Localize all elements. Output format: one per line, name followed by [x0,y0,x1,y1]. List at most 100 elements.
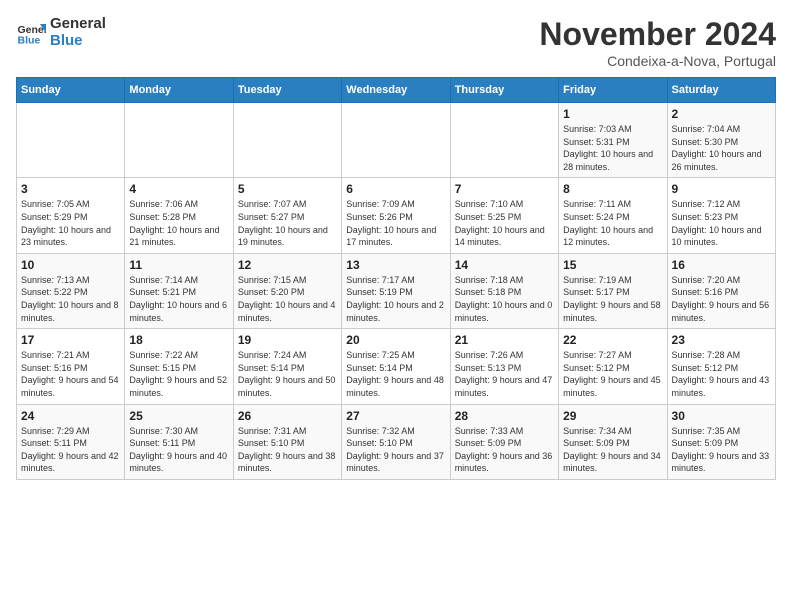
day-info: Sunrise: 7:28 AM Sunset: 5:12 PM Dayligh… [672,349,771,399]
calendar-cell: 12 Sunrise: 7:15 AM Sunset: 5:20 PM Dayli… [233,253,341,328]
calendar-cell: 21 Sunrise: 7:26 AM Sunset: 5:13 PM Dayli… [450,329,558,404]
day-number: 16 [672,258,771,272]
day-info: Sunrise: 7:24 AM Sunset: 5:14 PM Dayligh… [238,349,337,399]
calendar-week-row: 10 Sunrise: 7:13 AM Sunset: 5:22 PM Dayli… [17,253,776,328]
logo-line2: Blue [50,33,106,50]
day-info: Sunrise: 7:14 AM Sunset: 5:21 PM Dayligh… [129,274,228,324]
calendar-cell: 11 Sunrise: 7:14 AM Sunset: 5:21 PM Dayli… [125,253,233,328]
day-number: 17 [21,333,120,347]
calendar-cell: 18 Sunrise: 7:22 AM Sunset: 5:15 PM Dayli… [125,329,233,404]
day-info: Sunrise: 7:22 AM Sunset: 5:15 PM Dayligh… [129,349,228,399]
calendar-cell: 3 Sunrise: 7:05 AM Sunset: 5:29 PM Daylig… [17,178,125,253]
calendar-week-row: 17Sunrise: 7:21 AM Sunset: 5:16 PM Dayli… [17,329,776,404]
calendar-cell: 10 Sunrise: 7:13 AM Sunset: 5:22 PM Dayli… [17,253,125,328]
day-number: 24 [21,409,120,423]
day-info: Sunrise: 7:30 AM Sunset: 5:11 PM Dayligh… [129,425,228,475]
day-info: Sunrise: 7:03 AM Sunset: 5:31 PM Dayligh… [563,123,662,173]
calendar-cell [450,103,558,178]
weekday-header: Thursday [450,78,558,103]
day-number: 14 [455,258,554,272]
calendar-cell: 19Sunrise: 7:24 AM Sunset: 5:14 PM Dayli… [233,329,341,404]
calendar-cell: 9 Sunrise: 7:12 AM Sunset: 5:23 PM Daylig… [667,178,775,253]
day-info: Sunrise: 7:15 AM Sunset: 5:20 PM Dayligh… [238,274,337,324]
day-number: 18 [129,333,228,347]
day-info: Sunrise: 7:31 AM Sunset: 5:10 PM Dayligh… [238,425,337,475]
calendar-cell: 14 Sunrise: 7:18 AM Sunset: 5:18 PM Dayli… [450,253,558,328]
weekday-header: Wednesday [342,78,450,103]
calendar-cell [342,103,450,178]
day-info: Sunrise: 7:20 AM Sunset: 5:16 PM Dayligh… [672,274,771,324]
day-number: 5 [238,182,337,196]
day-info: Sunrise: 7:33 AM Sunset: 5:09 PM Dayligh… [455,425,554,475]
weekday-header: Sunday [17,78,125,103]
day-number: 30 [672,409,771,423]
calendar-cell: 16 Sunrise: 7:20 AM Sunset: 5:16 PM Dayli… [667,253,775,328]
day-number: 27 [346,409,445,423]
day-number: 22 [563,333,662,347]
calendar-cell: 30 Sunrise: 7:35 AM Sunset: 5:09 PM Dayli… [667,404,775,479]
calendar-cell: 15 Sunrise: 7:19 AM Sunset: 5:17 PM Dayli… [559,253,667,328]
day-info: Sunrise: 7:12 AM Sunset: 5:23 PM Dayligh… [672,198,771,248]
day-info: Sunrise: 7:35 AM Sunset: 5:09 PM Dayligh… [672,425,771,475]
day-number: 11 [129,258,228,272]
day-number: 8 [563,182,662,196]
location: Condeixa-a-Nova, Portugal [539,53,776,69]
calendar-cell: 4 Sunrise: 7:06 AM Sunset: 5:28 PM Daylig… [125,178,233,253]
day-info: Sunrise: 7:09 AM Sunset: 5:26 PM Dayligh… [346,198,445,248]
header: General Blue General Blue November 2024 … [16,16,776,69]
day-info: Sunrise: 7:27 AM Sunset: 5:12 PM Dayligh… [563,349,662,399]
calendar-cell: 26Sunrise: 7:31 AM Sunset: 5:10 PM Dayli… [233,404,341,479]
calendar-cell [17,103,125,178]
calendar-cell: 28Sunrise: 7:33 AM Sunset: 5:09 PM Dayli… [450,404,558,479]
logo: General Blue General Blue [16,16,106,49]
day-number: 4 [129,182,228,196]
weekday-header: Tuesday [233,78,341,103]
day-info: Sunrise: 7:29 AM Sunset: 5:11 PM Dayligh… [21,425,120,475]
calendar-week-row: 3 Sunrise: 7:05 AM Sunset: 5:29 PM Daylig… [17,178,776,253]
calendar-cell: 2Sunrise: 7:04 AM Sunset: 5:30 PM Daylig… [667,103,775,178]
day-info: Sunrise: 7:18 AM Sunset: 5:18 PM Dayligh… [455,274,554,324]
day-info: Sunrise: 7:13 AM Sunset: 5:22 PM Dayligh… [21,274,120,324]
day-info: Sunrise: 7:34 AM Sunset: 5:09 PM Dayligh… [563,425,662,475]
calendar-cell: 23 Sunrise: 7:28 AM Sunset: 5:12 PM Dayli… [667,329,775,404]
day-number: 3 [21,182,120,196]
logo-icon: General Blue [16,18,46,48]
calendar-cell: 13Sunrise: 7:17 AM Sunset: 5:19 PM Dayli… [342,253,450,328]
calendar-cell: 7 Sunrise: 7:10 AM Sunset: 5:25 PM Daylig… [450,178,558,253]
day-number: 9 [672,182,771,196]
day-info: Sunrise: 7:25 AM Sunset: 5:14 PM Dayligh… [346,349,445,399]
calendar-week-row: 24 Sunrise: 7:29 AM Sunset: 5:11 PM Dayli… [17,404,776,479]
calendar-week-row: 1 Sunrise: 7:03 AM Sunset: 5:31 PM Daylig… [17,103,776,178]
day-info: Sunrise: 7:06 AM Sunset: 5:28 PM Dayligh… [129,198,228,248]
calendar-cell: 29Sunrise: 7:34 AM Sunset: 5:09 PM Dayli… [559,404,667,479]
day-info: Sunrise: 7:32 AM Sunset: 5:10 PM Dayligh… [346,425,445,475]
month-title: November 2024 [539,16,776,53]
day-info: Sunrise: 7:19 AM Sunset: 5:17 PM Dayligh… [563,274,662,324]
day-info: Sunrise: 7:10 AM Sunset: 5:25 PM Dayligh… [455,198,554,248]
calendar-cell: 22 Sunrise: 7:27 AM Sunset: 5:12 PM Dayli… [559,329,667,404]
day-number: 10 [21,258,120,272]
day-number: 25 [129,409,228,423]
calendar-cell: 5Sunrise: 7:07 AM Sunset: 5:27 PM Daylig… [233,178,341,253]
calendar-cell [233,103,341,178]
day-number: 7 [455,182,554,196]
day-number: 1 [563,107,662,121]
calendar-cell: 8 Sunrise: 7:11 AM Sunset: 5:24 PM Daylig… [559,178,667,253]
day-info: Sunrise: 7:05 AM Sunset: 5:29 PM Dayligh… [21,198,120,248]
weekday-header: Friday [559,78,667,103]
title-area: November 2024 Condeixa-a-Nova, Portugal [539,16,776,69]
calendar-cell: 1 Sunrise: 7:03 AM Sunset: 5:31 PM Daylig… [559,103,667,178]
calendar-cell: 27 Sunrise: 7:32 AM Sunset: 5:10 PM Dayli… [342,404,450,479]
day-number: 15 [563,258,662,272]
day-info: Sunrise: 7:11 AM Sunset: 5:24 PM Dayligh… [563,198,662,248]
calendar: SundayMondayTuesdayWednesdayThursdayFrid… [16,77,776,480]
day-number: 12 [238,258,337,272]
day-info: Sunrise: 7:17 AM Sunset: 5:19 PM Dayligh… [346,274,445,324]
svg-text:Blue: Blue [18,34,41,46]
day-info: Sunrise: 7:04 AM Sunset: 5:30 PM Dayligh… [672,123,771,173]
calendar-cell: 20Sunrise: 7:25 AM Sunset: 5:14 PM Dayli… [342,329,450,404]
day-number: 21 [455,333,554,347]
weekday-header-row: SundayMondayTuesdayWednesdayThursdayFrid… [17,78,776,103]
day-number: 23 [672,333,771,347]
day-info: Sunrise: 7:26 AM Sunset: 5:13 PM Dayligh… [455,349,554,399]
